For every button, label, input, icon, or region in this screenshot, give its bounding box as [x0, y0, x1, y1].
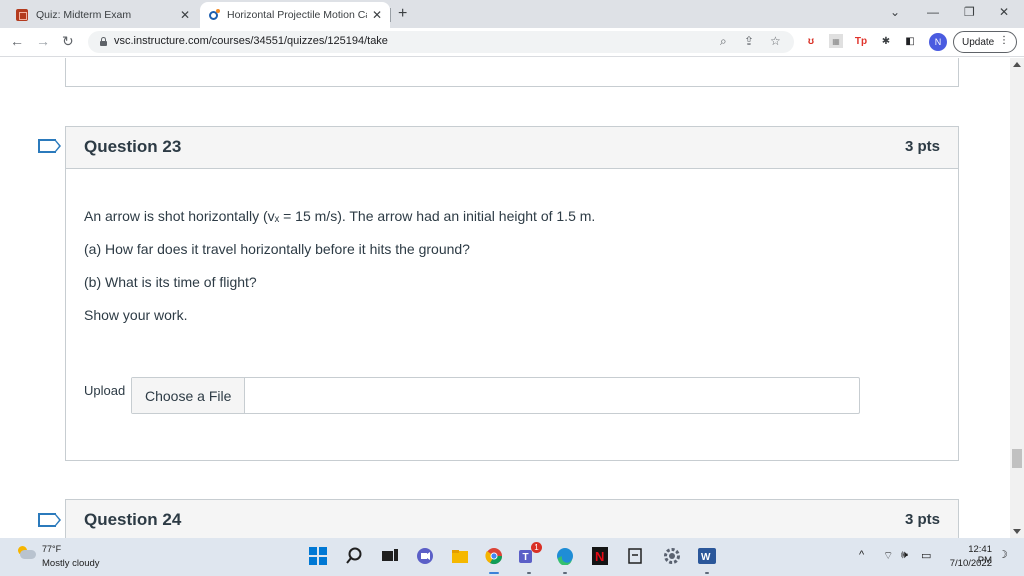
- question-text: An arrow is shot horizontally (vₓ = 15 m…: [84, 208, 596, 224]
- side-panel-icon[interactable]: ◧: [903, 34, 917, 48]
- windows-start-icon[interactable]: [308, 546, 328, 566]
- canvas-icon: [16, 9, 28, 21]
- task-view-icon[interactable]: [380, 546, 400, 566]
- question-instruction: Show your work.: [84, 307, 188, 323]
- netflix-icon[interactable]: N: [590, 546, 610, 566]
- choose-file-button[interactable]: Choose a File: [132, 378, 246, 413]
- lock-icon[interactable]: [100, 37, 107, 46]
- weather-description[interactable]: Mostly cloudy: [42, 558, 100, 569]
- flag-question-icon[interactable]: [38, 139, 61, 153]
- close-window-icon[interactable]: ✕: [999, 5, 1009, 19]
- word-icon[interactable]: W: [697, 546, 717, 566]
- volume-icon[interactable]: 🕪: [901, 549, 908, 562]
- word-running-indicator: [705, 572, 709, 574]
- question-title: Question 24: [84, 510, 182, 529]
- upload-label: Upload: [84, 383, 126, 398]
- scroll-down-arrow-icon[interactable]: [1013, 529, 1021, 534]
- teams-icon[interactable]: T 1: [519, 542, 542, 566]
- bookmark-star-icon[interactable]: ☆: [770, 34, 781, 48]
- menu-dots-icon: ⋮: [999, 35, 1009, 46]
- wifi-icon[interactable]: ⌔: [883, 549, 893, 563]
- reload-icon[interactable]: ↻: [62, 33, 74, 50]
- upload-row: Upload Choose a File: [84, 377, 861, 414]
- file-upload-field[interactable]: Choose a File: [131, 377, 861, 414]
- extension-shield-icon[interactable]: ʊ: [804, 34, 818, 48]
- tray-overflow-chevron-icon[interactable]: ^: [859, 549, 864, 561]
- weather-cloudy-icon[interactable]: [16, 546, 36, 560]
- tab-separator: [390, 8, 391, 22]
- search-icon[interactable]: [344, 546, 364, 566]
- question-points: 3 pts: [904, 138, 940, 155]
- restore-icon[interactable]: ❐: [964, 5, 975, 19]
- clock-date[interactable]: 7/10/2022: [946, 558, 992, 569]
- forward-arrow-icon[interactable]: →: [36, 33, 50, 49]
- scroll-up-arrow-icon[interactable]: [1013, 62, 1021, 67]
- question-24: Question 24 3 pts: [65, 499, 959, 538]
- close-icon[interactable]: ✕: [372, 8, 382, 22]
- extension-grid-icon[interactable]: ▦: [829, 34, 843, 48]
- question-header: Question 23 3 pts: [66, 127, 958, 169]
- tab-title: Horizontal Projectile Motion Calc: [227, 9, 367, 21]
- flag-question-icon[interactable]: [38, 513, 61, 527]
- svg-text:N: N: [595, 549, 604, 564]
- svg-text:W: W: [701, 552, 711, 563]
- close-icon[interactable]: ✕: [180, 8, 190, 22]
- edge-running-indicator: [563, 572, 567, 574]
- profile-avatar[interactable]: N: [929, 33, 947, 51]
- snipping-tool-icon[interactable]: [625, 546, 645, 566]
- extension-tp-icon[interactable]: Tp: [854, 34, 868, 48]
- edge-icon[interactable]: [555, 546, 575, 566]
- tab-search-chevron-icon[interactable]: ⌄: [890, 5, 900, 19]
- share-icon[interactable]: ⇪: [744, 34, 754, 48]
- notifications-icon[interactable]: ☽: [998, 548, 1008, 561]
- extensions-puzzle-icon[interactable]: ✱: [879, 34, 893, 48]
- back-arrow-icon[interactable]: ←: [10, 33, 24, 49]
- tab-calculator[interactable]: Horizontal Projectile Motion Calc ✕: [200, 2, 390, 28]
- previous-question-box: [65, 58, 959, 87]
- browser-toolbar: ← → ↻ vsc.instructure.com/courses/34551/…: [0, 28, 1024, 57]
- question-header: Question 24 3 pts: [66, 500, 958, 538]
- weather-temperature[interactable]: 77°F: [42, 544, 61, 554]
- question-part-b: (b) What is its time of flight?: [84, 274, 257, 290]
- update-button[interactable]: Update ⋮: [953, 31, 1017, 53]
- teams-notification-badge: 1: [531, 542, 542, 553]
- browser-tab-strip: Quiz: Midterm Exam ✕ Horizontal Projecti…: [0, 0, 1024, 28]
- vertical-scrollbar[interactable]: [1010, 58, 1024, 538]
- file-explorer-icon[interactable]: [450, 546, 470, 566]
- settings-gear-icon[interactable]: [662, 546, 682, 566]
- minimize-icon[interactable]: —: [927, 5, 939, 19]
- page-viewport: Question 23 3 pts An arrow is shot horiz…: [0, 58, 1010, 538]
- tab-quiz[interactable]: Quiz: Midterm Exam ✕: [8, 2, 198, 28]
- zoom-search-icon[interactable]: ⌕: [720, 34, 727, 49]
- windows-taskbar: 77°F Mostly cloudy T 1 N W ^ ⌔ 🕪 ▭ 12:41: [0, 538, 1024, 576]
- update-label: Update: [962, 36, 995, 48]
- question-part-a: (a) How far does it travel horizontally …: [84, 241, 470, 257]
- question-title: Question 23: [84, 137, 182, 156]
- url-text[interactable]: vsc.instructure.com/courses/34551/quizze…: [114, 35, 388, 47]
- tab-title: Quiz: Midterm Exam: [36, 9, 132, 21]
- svg-text:T: T: [523, 552, 529, 563]
- teams-chat-icon[interactable]: [415, 546, 435, 566]
- chrome-icon[interactable]: [484, 546, 504, 566]
- calculator-icon: [208, 9, 220, 21]
- question-23: Question 23 3 pts An arrow is shot horiz…: [65, 126, 959, 461]
- teams-running-indicator: [527, 572, 531, 574]
- scroll-thumb[interactable]: [1012, 449, 1022, 468]
- address-bar[interactable]: vsc.instructure.com/courses/34551/quizze…: [88, 31, 794, 53]
- chrome-active-indicator: [489, 572, 499, 574]
- battery-icon[interactable]: ▭: [921, 549, 931, 562]
- question-body: An arrow is shot horizontally (vₓ = 15 m…: [66, 169, 958, 414]
- question-points: 3 pts: [904, 511, 940, 528]
- new-tab-icon[interactable]: +: [398, 5, 407, 23]
